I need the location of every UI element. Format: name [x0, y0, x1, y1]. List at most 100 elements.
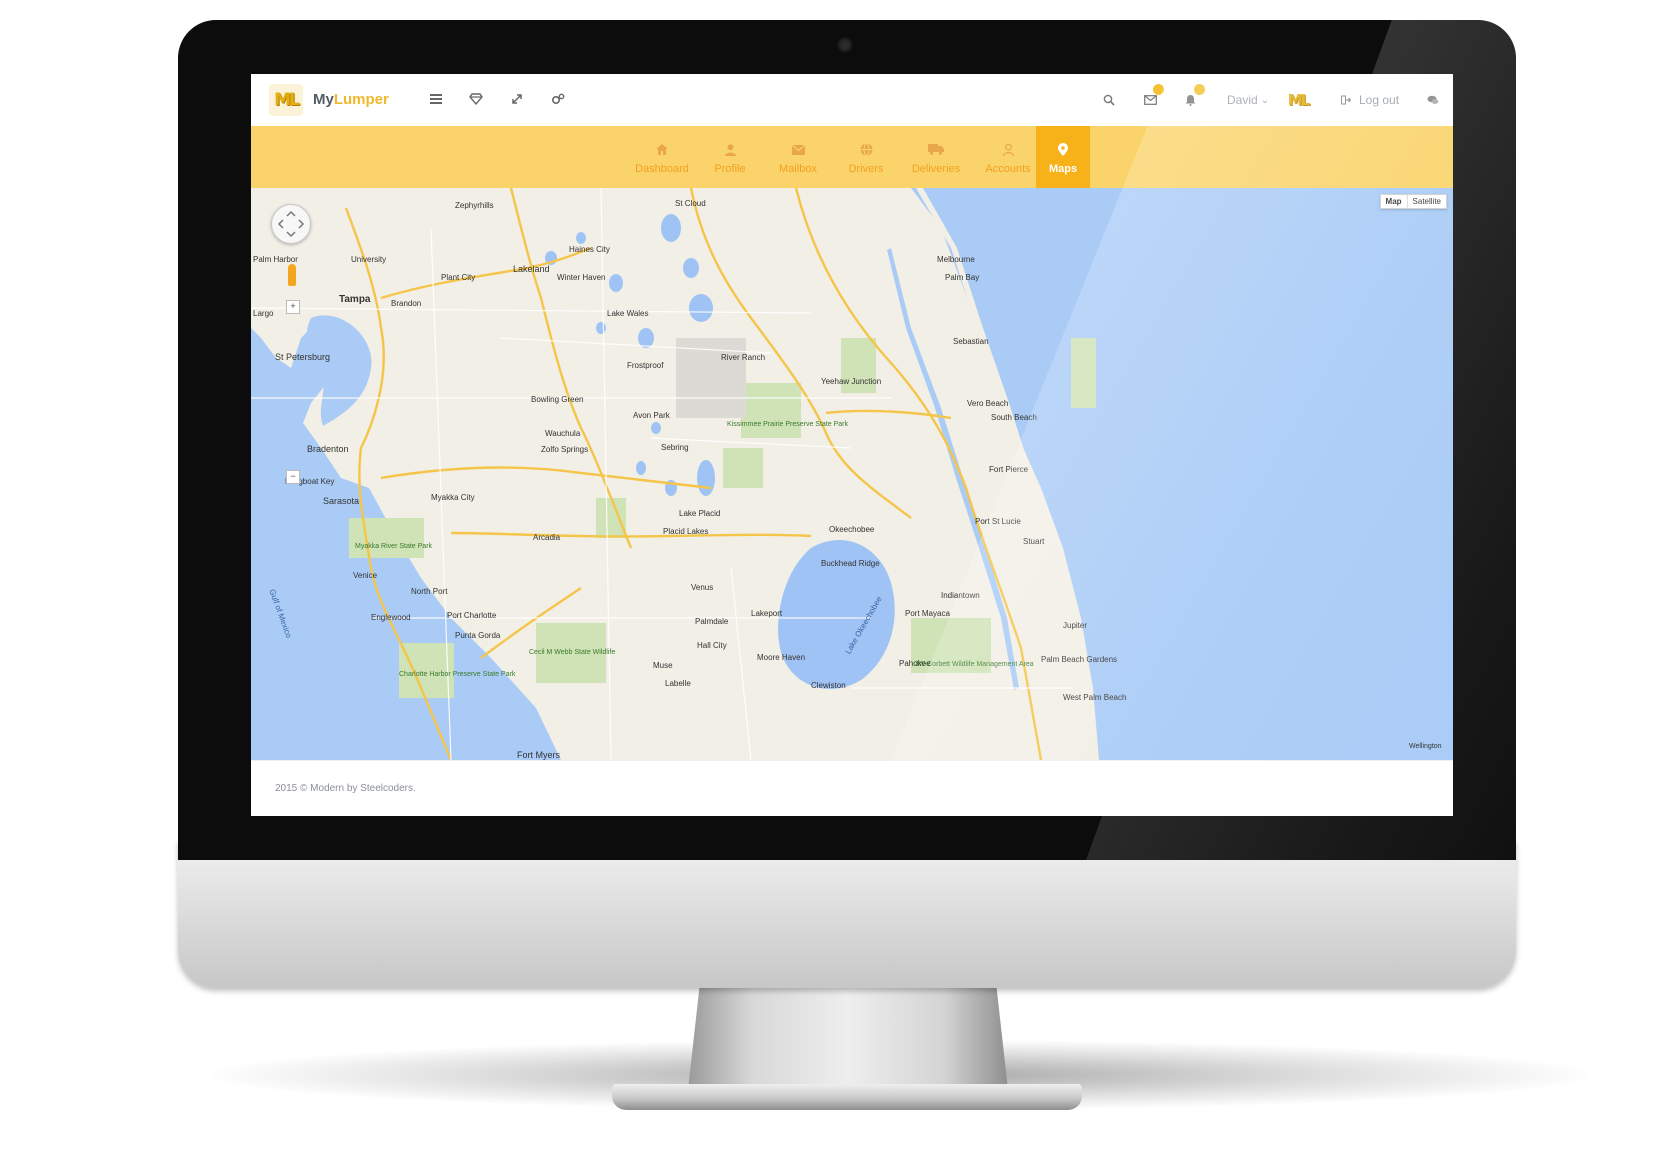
camera-icon	[838, 38, 852, 52]
map-type-control: Map Satellite	[1379, 194, 1447, 209]
label-kissimmee-prairie: Kissimmee Prairie Preserve State Park	[727, 421, 848, 428]
label-fort-pierce: Fort Pierce	[989, 465, 1029, 474]
zoom-out-button[interactable]: −	[286, 470, 300, 484]
label-arcadia: Arcadia	[533, 533, 561, 542]
nav-item-profile[interactable]: Profile	[697, 126, 763, 188]
label-zephyrhills: Zephyrhills	[455, 201, 494, 210]
nav-item-deliveries[interactable]: Deliveries	[901, 126, 971, 188]
label-north-port: North Port	[411, 587, 448, 596]
map-canvas[interactable]: Tampa St Petersburg Lakeland Plant City …	[251, 188, 1453, 760]
pan-control[interactable]	[271, 204, 311, 244]
label-sebastian: Sebastian	[953, 337, 989, 346]
nav-label-accounts: Accounts	[985, 162, 1031, 175]
logo-mark: ML	[274, 90, 300, 110]
footer-copyright: 2015 © Modern by Steelcoders.	[275, 783, 416, 794]
mail-badge	[1153, 84, 1164, 95]
chat-icon[interactable]	[1427, 90, 1439, 110]
menu-icon[interactable]	[427, 90, 445, 108]
mail-notifications[interactable]	[1144, 84, 1164, 110]
user-icon	[724, 140, 736, 160]
label-lakeport: Lakeport	[751, 609, 783, 618]
avatar-logo: ML	[1287, 91, 1310, 109]
stand-foot	[612, 1084, 1082, 1110]
map-type-satellite-button[interactable]: Satellite	[1408, 195, 1446, 208]
settings-icon[interactable]	[549, 90, 567, 108]
globe-icon	[860, 140, 873, 160]
nav-label-mailbox: Mailbox	[779, 162, 817, 175]
label-stuart: Stuart	[1023, 537, 1045, 546]
pegman-icon[interactable]	[288, 264, 296, 286]
label-myakka-city: Myakka City	[431, 493, 475, 502]
label-winter-haven: Winter Haven	[557, 273, 605, 282]
logout-button[interactable]: Log out	[1341, 90, 1399, 110]
nav-item-accounts[interactable]: Accounts	[973, 126, 1043, 188]
user-name: David	[1227, 93, 1258, 107]
expand-icon[interactable]	[508, 90, 526, 108]
user-menu[interactable]: David ⌄	[1227, 90, 1269, 110]
nav-label-dashboard: Dashboard	[635, 162, 689, 175]
mail-icon	[791, 140, 805, 160]
label-frostproof: Frostproof	[627, 361, 664, 370]
main-nav: Dashboard Profile Mailbox Drivers Delive…	[251, 126, 1453, 188]
nav-item-maps[interactable]: Maps	[1036, 126, 1090, 188]
label-jupiter: Jupiter	[1063, 621, 1087, 630]
label-venice: Venice	[353, 571, 378, 580]
label-buckhead-ridge: Buckhead Ridge	[821, 559, 880, 568]
label-palmdale: Palmdale	[695, 617, 729, 626]
imac-mockup: ML MyLumper David ⌄ ML Log out Dashboard…	[0, 0, 1661, 1149]
monitor-chin	[178, 840, 1516, 988]
nav-label-deliveries: Deliveries	[911, 162, 961, 175]
envelope-icon	[1144, 95, 1157, 105]
label-west-palm-beach: West Palm Beach	[1063, 693, 1126, 702]
brand-name[interactable]: MyLumper	[313, 91, 389, 108]
label-hall-city: Hall City	[697, 641, 727, 650]
label-lake-placid: Lake Placid	[679, 509, 720, 518]
label-river-ranch: River Ranch	[721, 353, 765, 362]
label-jw-corbett: JW Corbett Wildlife Management Area	[915, 661, 1034, 668]
label-okeechobee: Okeechobee	[829, 525, 875, 534]
label-placid-lakes: Placid Lakes	[663, 527, 708, 536]
label-clewiston: Clewiston	[811, 681, 846, 690]
label-venus: Venus	[691, 583, 713, 592]
label-university: University	[351, 255, 386, 264]
diamond-icon[interactable]	[467, 90, 485, 108]
label-muse: Muse	[653, 661, 673, 670]
map-view[interactable]: Tampa St Petersburg Lakeland Plant City …	[251, 188, 1453, 760]
label-englewood: Englewood	[371, 613, 411, 622]
zoom-in-button[interactable]: +	[286, 300, 300, 314]
label-punta-gorda: Punta Gorda	[455, 631, 501, 640]
label-brandon: Brandon	[391, 299, 421, 308]
nav-item-dashboard[interactable]: Dashboard	[629, 126, 695, 188]
brand-part-lumper: Lumper	[333, 91, 389, 108]
home-icon	[656, 140, 668, 160]
map-pin-icon	[1058, 140, 1068, 160]
label-fort-myers: Fort Myers	[517, 750, 561, 760]
label-palm-harbor: Palm Harbor	[253, 255, 298, 264]
label-st-petersburg: St Petersburg	[275, 352, 330, 362]
alerts-notifications[interactable]	[1185, 84, 1205, 110]
map-type-map-button[interactable]: Map	[1381, 195, 1408, 208]
search-icon[interactable]	[1103, 90, 1115, 110]
top-bar: ML MyLumper David ⌄ ML Log out	[251, 74, 1453, 127]
label-indiantown: Indiantown	[941, 591, 980, 600]
label-avon-park: Avon Park	[633, 411, 671, 420]
label-labelle: Labelle	[665, 679, 691, 688]
label-south-beach: South Beach	[991, 413, 1037, 422]
nav-label-drivers: Drivers	[848, 162, 884, 175]
label-zolfo-springs: Zolfo Springs	[541, 445, 588, 454]
label-plant-city: Plant City	[441, 273, 475, 282]
logout-label: Log out	[1359, 93, 1400, 107]
bell-icon	[1185, 95, 1196, 106]
avatar[interactable]: ML	[1283, 86, 1313, 114]
app-logo[interactable]: ML	[269, 84, 303, 116]
label-charlotte-harbor: Charlotte Harbor Preserve State Park	[399, 671, 516, 678]
label-tampa: Tampa	[339, 294, 371, 305]
label-vero-beach: Vero Beach	[967, 399, 1008, 408]
label-melbourne: Melbourne	[937, 255, 975, 264]
label-moore-haven: Moore Haven	[757, 653, 805, 662]
alerts-badge	[1194, 84, 1205, 95]
nav-item-mailbox[interactable]: Mailbox	[765, 126, 831, 188]
nav-item-drivers[interactable]: Drivers	[833, 126, 899, 188]
label-myakka-river: Myakka River State Park	[355, 543, 433, 550]
label-st-cloud: St Cloud	[675, 199, 706, 208]
